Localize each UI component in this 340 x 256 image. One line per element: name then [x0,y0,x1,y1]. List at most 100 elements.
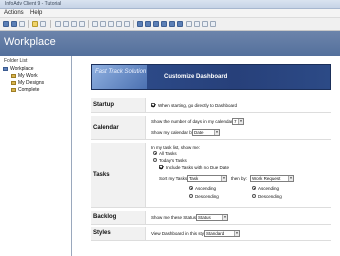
product-logo: Fast Track Solution [92,65,147,89]
toolbar-separator [28,20,29,28]
filter-icon[interactable] [186,21,192,27]
styles-row: Styles View Dashboard in this style: Sta… [91,227,331,241]
then-by-value: Work Request [252,176,281,181]
settings-icon[interactable] [202,21,208,27]
print-icon[interactable] [79,21,85,27]
toolbar [0,18,340,31]
help-icon[interactable] [210,21,216,27]
calendar-days-select[interactable]: 7 ▼ [232,118,244,125]
view-icon[interactable] [177,21,183,27]
forward-icon[interactable] [11,21,17,27]
calendar-show-label: Show my calendar by: [151,130,196,135]
folder-tree-sidebar: Folder List Workplace My Work My Designs… [0,56,72,256]
todays-tasks-radio[interactable] [153,158,157,162]
view-icon[interactable] [137,21,143,27]
sort-ascending-label: Ascending [195,186,217,191]
backlog-options: Show me these Status: Status ▼ [149,211,331,224]
chevron-down-icon: ▼ [238,119,243,124]
sort-descending-radio[interactable] [189,194,193,198]
tasks-label: Tasks [93,172,110,178]
undo-icon[interactable] [116,21,122,27]
tasks-row: Tasks In my task list, show me: All Task… [91,143,331,208]
sort-by-select[interactable]: Task ▼ [187,175,227,182]
include-no-due-date-label: Include Tasks with no Due Date [166,165,229,170]
backlog-status-label: Show me these Status: [151,215,198,220]
styles-label: Styles [93,230,111,236]
workplace-title: Workplace [4,36,56,48]
then-by-label: then by: [231,176,248,181]
folder-list-header: Folder List [4,58,28,64]
tree-item-workplace[interactable]: Workplace [3,66,34,72]
startup-row: Startup When starting, go directly to Da… [91,98,331,113]
customize-dashboard-banner: Fast Track Solution Customize Dashboard [91,64,331,90]
cut-icon[interactable] [92,21,98,27]
paste-icon[interactable] [108,21,114,27]
calendar-view-select[interactable]: Date ▼ [192,129,220,136]
folder-icon [11,80,16,85]
view-icon[interactable] [161,21,167,27]
banner-title: Customize Dashboard [164,74,228,80]
backlog-status-value: Status [198,215,211,220]
then-descending-radio[interactable] [252,194,256,198]
search-icon[interactable] [40,21,46,27]
tree-item-label: My Work [18,73,38,79]
tree-item-label: Complete [18,87,40,93]
sort-icon[interactable] [194,21,200,27]
open-icon[interactable] [63,21,69,27]
backlog-label-cell: Backlog [91,211,146,224]
startup-options: When starting, go directly to Dashboard [149,98,331,112]
redo-icon[interactable] [124,21,130,27]
home-icon[interactable] [32,21,38,27]
new-icon[interactable] [55,21,61,27]
all-tasks-radio[interactable] [153,151,157,155]
window-title: InfoAdv Client 9 - Tutorial [5,1,62,7]
back-icon[interactable] [3,21,9,27]
view-icon[interactable] [169,21,175,27]
calendar-days-value: 7 [234,119,237,124]
menu-item-actions[interactable]: Actions [4,10,24,16]
include-no-due-date-checkbox[interactable] [159,165,163,169]
sort-by-value: Task [189,176,199,181]
startup-checkbox-label: When starting, go directly to Dashboard [158,103,238,108]
calendar-options: Show the number of days in my calendar: … [149,116,331,139]
sort-ascending-radio[interactable] [189,186,193,190]
dashboard-style-select[interactable]: Standard ▼ [204,230,240,237]
tree-item-my-designs[interactable]: My Designs [11,80,44,86]
sort-descending-label: Descending [195,194,219,199]
backlog-status-select[interactable]: Status ▼ [196,214,228,221]
tree-item-label: Workplace [10,66,34,72]
then-descending-label: Descending [258,194,282,199]
copy-icon[interactable] [100,21,106,27]
tree-item-my-work[interactable]: My Work [11,73,38,79]
toolbar-separator [133,20,134,28]
todays-tasks-label: Today's Tasks [159,158,187,163]
view-icon[interactable] [153,21,159,27]
tasks-intro: In my task list, show me: [151,145,201,150]
tasks-label-cell: Tasks [91,143,146,207]
toolbar-separator [88,20,89,28]
dashboard-settings-panel: Fast Track Solution Customize Dashboard … [73,56,340,256]
chevron-down-icon: ▼ [288,176,293,181]
then-ascending-radio[interactable] [252,186,256,190]
chevron-down-icon: ▼ [221,176,226,181]
folder-icon [11,73,16,78]
all-tasks-label: All Tasks [159,151,177,156]
view-icon[interactable] [145,21,151,27]
then-by-select[interactable]: Work Request ▼ [250,175,294,182]
toolbar-separator [50,20,51,28]
chevron-down-icon: ▼ [234,231,239,236]
styles-view-label: View Dashboard in this style: [151,231,209,236]
then-ascending-label: Ascending [258,186,280,191]
styles-options: View Dashboard in this style: Standard ▼ [149,227,331,240]
backlog-label: Backlog [93,214,117,220]
window-titlebar: InfoAdv Client 9 - Tutorial [0,0,340,9]
menu-item-help[interactable]: Help [30,10,42,16]
refresh-icon[interactable] [19,21,25,27]
calendar-days-label: Show the number of days in my calendar: [151,119,234,124]
go-to-dashboard-checkbox[interactable] [151,103,155,107]
chevron-down-icon: ▼ [214,130,219,135]
tree-item-complete[interactable]: Complete [11,87,39,93]
save-icon[interactable] [71,21,77,27]
calendar-view-value: Date [194,130,204,135]
tasks-options: In my task list, show me: All Tasks Toda… [149,143,331,207]
